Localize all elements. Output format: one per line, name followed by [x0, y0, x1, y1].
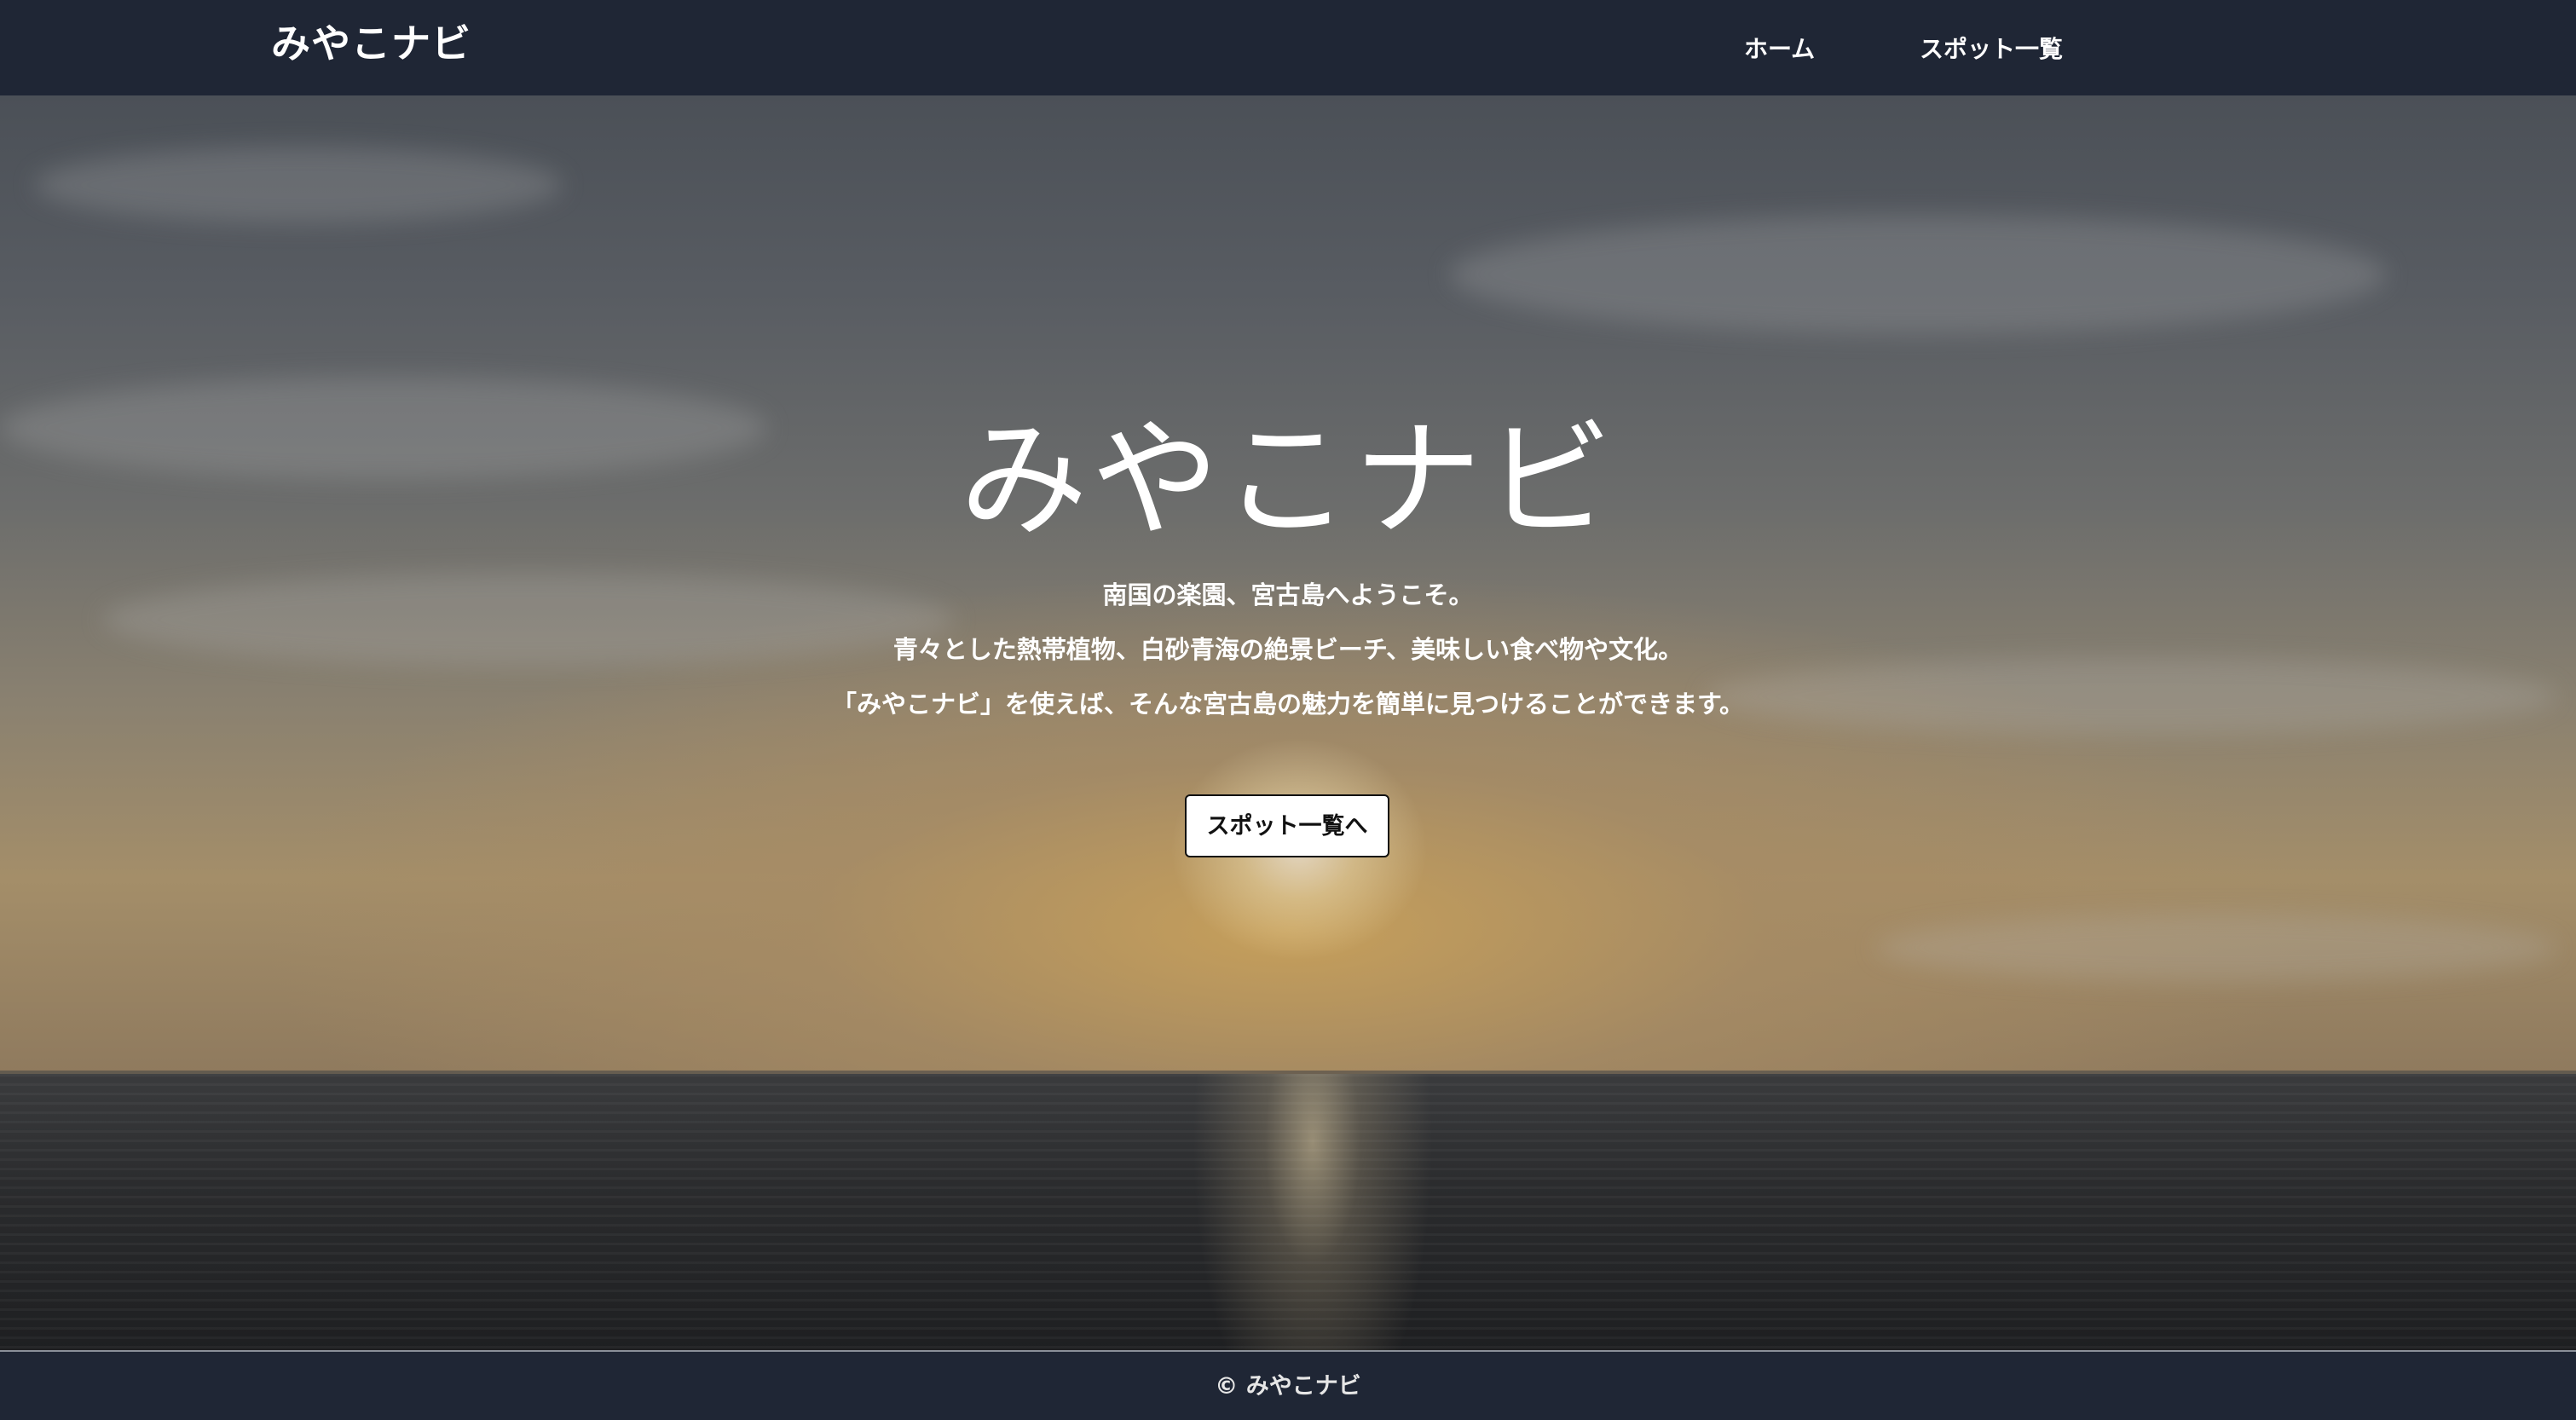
site-header: みやこナビ ホーム スポット一覧 — [0, 0, 2576, 95]
hero-tagline: 南国の楽園、宮古島へようこそ。 — [1102, 580, 1474, 609]
spot-list-button[interactable]: スポット一覧へ — [1185, 794, 1389, 857]
site-logo[interactable]: みやこナビ — [271, 15, 471, 72]
nav-home-link[interactable]: ホーム — [1744, 31, 1815, 68]
hero-description-2: 「みやこナビ」を使えば、そんな宮古島の魅力を簡単に見つけることができます。 — [831, 690, 1745, 719]
cloud — [34, 147, 563, 223]
cloud — [1875, 914, 2557, 982]
site-footer: © みやこナビ — [0, 1350, 2576, 1420]
hero-title: みやこナビ — [959, 407, 1616, 555]
nav-spot-list-link[interactable]: スポット一覧 — [1920, 31, 2063, 68]
cloud — [1449, 215, 2387, 334]
hero-section: みやこナビ 南国の楽園、宮古島へようこそ。 青々とした熱帯植物、白砂青海の絶景ビ… — [0, 95, 2576, 1350]
copyright-text: © みやこナビ — [1215, 1373, 1361, 1400]
hero-description: 青々とした熱帯植物、白砂青海の絶景ビーチ、美味しい食べ物や文化。 — [892, 635, 1684, 664]
hero-background-sea — [0, 1074, 2576, 1350]
